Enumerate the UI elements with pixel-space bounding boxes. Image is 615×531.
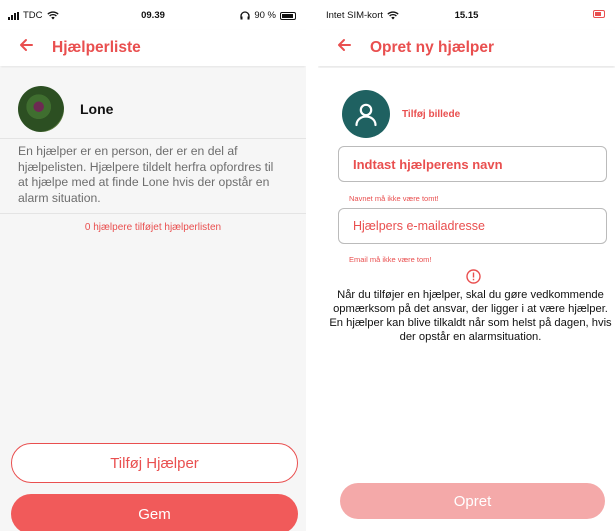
add-photo-link[interactable]: Tilføj billede xyxy=(402,109,460,120)
notice-paragraph: Når du tilføjer en hjælper, skal du gøre… xyxy=(333,289,608,315)
user-icon xyxy=(355,103,377,127)
helper-info-text: En hjælper er en person, der er en del a… xyxy=(18,144,274,205)
back-button[interactable] xyxy=(14,36,38,60)
avatar-placeholder[interactable] xyxy=(342,90,390,138)
status-bar: Intet SIM-kort 15.15 xyxy=(318,0,615,30)
page-title: Opret ny hjælper xyxy=(370,39,495,56)
status-bar: TDC 09.39 90 % xyxy=(0,0,306,30)
notice-paragraph: En hjælper kan blive tilkaldt når som he… xyxy=(329,317,612,343)
name-error-text: Navnet må ikke være tomt! xyxy=(349,194,439,203)
helper-notice: Når du tilføjer en hjælper, skal du gøre… xyxy=(326,289,615,344)
warning-icon xyxy=(466,269,481,284)
battery-percent: 90 % xyxy=(254,10,276,21)
add-photo-row[interactable]: Tilføj billede xyxy=(342,90,460,138)
app-header: Hjælperliste xyxy=(0,30,306,66)
page-title: Hjælperliste xyxy=(52,39,141,56)
helper-name-field[interactable]: Indtast hjælperens navn xyxy=(338,146,607,182)
avatar xyxy=(18,86,64,132)
create-helper-screen: Intet SIM-kort 15.15 Opret ny hjælper Ti… xyxy=(318,0,615,531)
add-helper-button[interactable]: Tilføj Hjælper xyxy=(11,443,298,483)
helper-email-field[interactable]: Hjælpers e-mailadresse xyxy=(338,208,607,244)
save-button[interactable]: Gem xyxy=(11,494,298,531)
helper-count-text: 0 hjælpere tilføjet hjælperlisten xyxy=(84,222,222,233)
status-time: 15.15 xyxy=(454,10,479,21)
helper-list-content: Lone En hjælper er en person, der er en … xyxy=(0,68,306,531)
divider xyxy=(0,213,306,214)
arrow-left-icon xyxy=(338,39,351,51)
battery-charging-icon xyxy=(593,10,605,18)
profile-row: Lone xyxy=(0,80,306,138)
screen-gap xyxy=(306,0,318,531)
create-button[interactable]: Opret xyxy=(340,483,605,519)
divider xyxy=(0,138,306,139)
battery-icon xyxy=(280,11,296,20)
app-header: Opret ny hjælper xyxy=(318,30,615,66)
create-helper-form: Tilføj billede Indtast hjælperens navn N… xyxy=(318,68,615,531)
profile-name: Lone xyxy=(80,101,114,117)
helper-list-screen: TDC 09.39 90 % Hjælperliste Lone En hjæl… xyxy=(0,0,306,531)
back-button[interactable] xyxy=(332,36,356,60)
headphones-icon xyxy=(240,11,250,20)
email-error-text: Email må ikke være tom! xyxy=(349,255,432,264)
arrow-left-icon xyxy=(20,39,33,51)
